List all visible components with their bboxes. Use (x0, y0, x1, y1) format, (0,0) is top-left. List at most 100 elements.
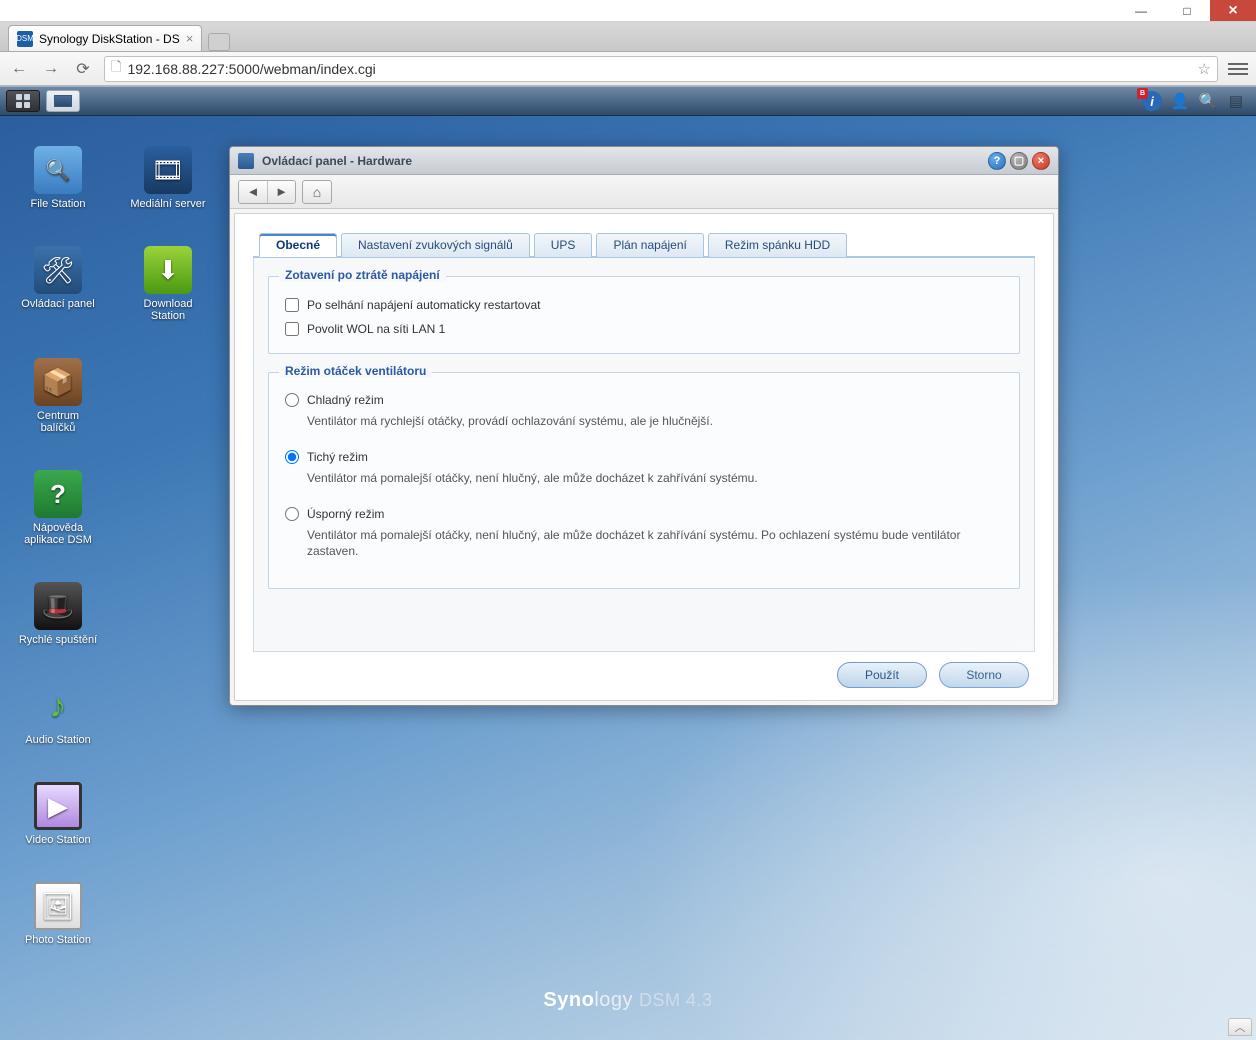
search-button[interactable]: 🔍 (1194, 90, 1222, 112)
desktop-icon-media-server[interactable]: 🎞 Mediální server (128, 146, 208, 210)
radio-quiet-mode-desc: Ventilátor má pomalejší otáčky, není hlu… (285, 464, 1003, 499)
home-icon: ⌂ (313, 184, 321, 200)
show-desktop-button[interactable]: ︿ (1228, 1018, 1252, 1036)
browser-tabstrip: DSM Synology DiskStation - DS × (0, 22, 1256, 52)
user-button[interactable]: 👤 (1166, 90, 1194, 112)
tab-3[interactable]: Plán napájení (596, 233, 703, 257)
nav-group: ◄ ► (238, 180, 296, 204)
dsm-taskbar: i B 👤 🔍 ▤ (0, 86, 1256, 116)
checkbox-auto-restart-label: Po selhání napájení automaticky restarto… (307, 298, 540, 312)
settings-tabbar: ObecnéNastavení zvukových signálůUPSPlán… (253, 232, 1035, 258)
browser-tab[interactable]: DSM Synology DiskStation - DS × (8, 25, 202, 51)
audio-station-icon: ♪ (34, 682, 82, 730)
control-panel-label: Ovládací panel (21, 298, 94, 310)
radio-quiet-mode-input[interactable] (285, 450, 299, 464)
forward-button[interactable]: → (40, 58, 62, 80)
quick-start-icon: 🎩 (34, 582, 82, 630)
legend-fan-mode: Režim otáček ventilátoru (279, 364, 432, 378)
dsm-desktop[interactable]: File Station 🎞 Mediální server 🛠 Ovládací pa… (0, 116, 1256, 1040)
radio-quiet-mode-label: Tichý režim (307, 450, 368, 464)
control-panel-window: Ovládací panel - Hardware ? ▢ × ◄ ► ⌂ Ob… (229, 146, 1059, 706)
radio-eco-mode-desc: Ventilátor má pomalejší otáčky, není hlu… (285, 521, 1003, 573)
desktop-icons-area: File Station 🎞 Mediální server 🛠 Ovládací pa… (18, 146, 208, 946)
download-station-label: Download Station (128, 298, 208, 322)
pilot-view-icon: ▤ (1229, 92, 1243, 110)
package-center-icon: 📦 (34, 358, 82, 406)
video-station-label: Video Station (25, 834, 90, 846)
tab-close-icon[interactable]: × (186, 31, 194, 46)
tab-4[interactable]: Režim spánku HDD (708, 233, 847, 257)
main-menu-button[interactable] (6, 90, 40, 112)
photo-station-label: Photo Station (25, 934, 91, 946)
checkbox-wol-input[interactable] (285, 322, 299, 336)
radio-quiet-mode[interactable]: Tichý režim (285, 450, 1003, 464)
checkbox-auto-restart-input[interactable] (285, 298, 299, 312)
desktop-icon-video-station[interactable]: ▶ Video Station (18, 782, 98, 846)
radio-eco-mode-label: Úsporný režim (307, 507, 384, 521)
radio-cool-mode-desc: Ventilátor má rychlejší otáčky, provádí … (285, 407, 1003, 442)
nav-forward-button[interactable]: ► (267, 181, 295, 203)
window-maximize-button[interactable]: ▢ (1010, 152, 1028, 170)
nav-home-button[interactable]: ⌂ (302, 180, 332, 204)
os-close-button[interactable]: × (1210, 0, 1256, 21)
file-station-label: File Station (30, 198, 85, 210)
radio-eco-mode[interactable]: Úsporný režim (285, 507, 1003, 521)
button-bar: Použít Storno (253, 652, 1035, 688)
apply-button[interactable]: Použít (837, 662, 927, 688)
dsm-help-icon: ? (34, 470, 82, 518)
file-station-icon (34, 146, 82, 194)
media-server-icon: 🎞 (144, 146, 192, 194)
os-maximize-button[interactable]: □ (1164, 0, 1210, 21)
video-station-icon: ▶ (34, 782, 82, 830)
notifications-button[interactable]: i B (1138, 90, 1166, 112)
desktop-icon-control-panel[interactable]: 🛠 Ovládací panel (18, 246, 98, 322)
download-station-icon: ⬇ (144, 246, 192, 294)
user-icon: 👤 (1171, 92, 1190, 110)
nav-back-button[interactable]: ◄ (239, 181, 267, 203)
tab-panel-general: Zotavení po ztrátě napájení Po selhání n… (253, 258, 1035, 652)
dsm-help-label: Nápověda aplikace DSM (18, 522, 98, 546)
url-text: 192.168.88.227:5000/webman/index.cgi (127, 61, 375, 77)
desktop-icon-audio-station[interactable]: ♪ Audio Station (18, 682, 98, 746)
tab-0[interactable]: Obecné (259, 233, 337, 257)
bookmark-star-icon[interactable]: ☆ (1198, 60, 1211, 78)
brand-footer: SynologyDSM 4.3 (543, 989, 712, 1012)
address-bar[interactable]: 🗋 192.168.88.227:5000/webman/index.cgi ☆ (104, 56, 1218, 82)
tab-2[interactable]: UPS (534, 233, 593, 257)
desktop-icon-package-center[interactable]: 📦Centrum balíčků (18, 358, 98, 434)
tab-1[interactable]: Nastavení zvukových signálů (341, 233, 530, 257)
new-tab-button[interactable] (208, 33, 230, 51)
control-panel-icon: 🛠 (34, 246, 82, 294)
radio-cool-mode[interactable]: Chladný režim (285, 393, 1003, 407)
window-help-button[interactable]: ? (988, 152, 1006, 170)
widgets-button[interactable]: ▤ (1222, 90, 1250, 112)
taskbar-app-control-panel[interactable] (46, 90, 80, 112)
media-server-label: Mediální server (130, 198, 205, 210)
desktop-icon-download-station[interactable]: ⬇ Download Station (128, 246, 208, 322)
fieldset-power-recovery: Zotavení po ztrátě napájení Po selhání n… (268, 276, 1020, 354)
window-titlebar[interactable]: Ovládací panel - Hardware ? ▢ × (230, 147, 1058, 175)
cancel-button[interactable]: Storno (939, 662, 1029, 688)
os-minimize-button[interactable]: — (1118, 0, 1164, 21)
reload-button[interactable]: ⟳ (72, 58, 94, 80)
window-close-button[interactable]: × (1032, 152, 1050, 170)
tab-title: Synology DiskStation - DS (39, 32, 180, 46)
desktop-icon-photo-station[interactable]: 🖼Photo Station (18, 882, 98, 946)
radio-cool-mode-input[interactable] (285, 393, 299, 407)
browser-menu-button[interactable] (1228, 63, 1248, 75)
desktop-icon-file-station[interactable]: File Station (18, 146, 98, 210)
checkbox-wol[interactable]: Povolit WOL na síti LAN 1 (283, 317, 1005, 341)
window-body: ObecnéNastavení zvukových signálůUPSPlán… (234, 213, 1054, 701)
checkbox-wol-label: Povolit WOL na síti LAN 1 (307, 322, 445, 336)
browser-toolbar: ← → ⟳ 🗋 192.168.88.227:5000/webman/index… (0, 52, 1256, 86)
notification-badge: B (1137, 88, 1148, 99)
quick-start-label: Rychlé spuštění (19, 634, 97, 646)
window-icon (238, 153, 254, 169)
audio-station-label: Audio Station (25, 734, 90, 746)
desktop-icon-dsm-help[interactable]: ? Nápověda aplikace DSM (18, 470, 98, 546)
os-titlebar: — □ × (0, 0, 1256, 22)
checkbox-auto-restart[interactable]: Po selhání napájení automaticky restarto… (283, 293, 1005, 317)
back-button[interactable]: ← (8, 58, 30, 80)
radio-eco-mode-input[interactable] (285, 507, 299, 521)
desktop-icon-quick-start[interactable]: 🎩 Rychlé spuštění (18, 582, 98, 646)
